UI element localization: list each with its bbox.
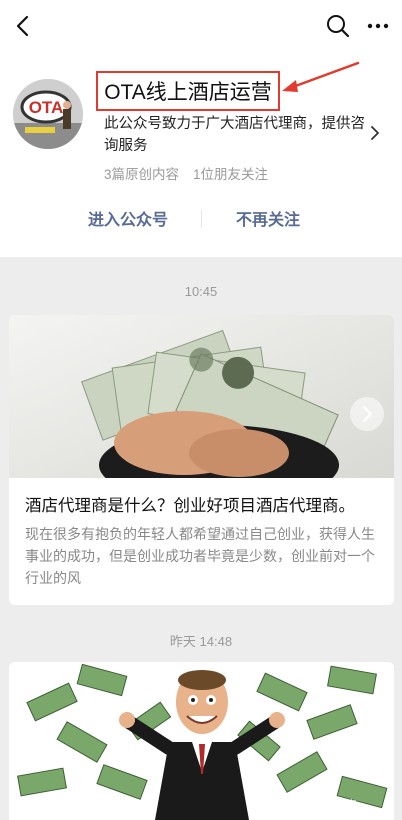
svg-text:OTA: OTA <box>29 98 64 117</box>
message-timestamp: 10:45 <box>184 284 218 299</box>
article-card[interactable]: 酒店代理商是什么？创业好项目酒店代理商。 现在很多有抱负的年轻人都希望通过自己创… <box>9 315 394 605</box>
profile-actions: 进入公众号 不再关注 <box>0 202 402 236</box>
top-bar <box>0 0 402 52</box>
account-stats: 3篇原创内容 1位朋友关注 <box>104 163 268 183</box>
chevron-right-icon <box>363 406 372 422</box>
annotation-arrow-icon <box>282 61 360 92</box>
search-icon[interactable] <box>324 12 352 40</box>
account-name: OTA线上酒店运营 <box>104 81 272 104</box>
action-divider <box>201 210 202 228</box>
friends-following: 1位朋友关注 <box>193 167 269 182</box>
original-count: 3篇原创内容 <box>104 167 180 182</box>
account-name-highlight: OTA线上酒店运营 <box>96 71 280 111</box>
article-cover-image <box>9 315 394 478</box>
chevron-right-icon[interactable] <box>368 124 382 142</box>
account-description: 此公众号致力于广大酒店代理商，提供咨询服务 <box>104 116 365 154</box>
next-image-button[interactable] <box>350 397 384 431</box>
avatar-image: OTA <box>13 79 83 149</box>
unfollow-button[interactable]: 不再关注 <box>210 206 326 230</box>
article-summary: 现在很多有抱负的年轻人都希望通过自己创业，获得人生事业的成功，但是创业成功者毕竟… <box>25 526 375 586</box>
article-title: 酒店代理商是什么？创业好项目酒店代理商。 <box>25 497 355 515</box>
chevron-left-icon[interactable] <box>10 12 38 40</box>
enter-account-button[interactable]: 进入公众号 <box>70 206 186 230</box>
more-dots-icon[interactable] <box>364 12 392 40</box>
account-profile: OTA OTA线上酒店运营 此公众号致力于广大酒店代理商，提供咨询服务 3篇原创… <box>0 52 402 257</box>
message-timestamp: 昨天 14:48 <box>169 634 233 649</box>
watermark: 企鹅号 酒店张先森 <box>258 798 358 812</box>
avatar[interactable]: OTA <box>13 79 83 149</box>
